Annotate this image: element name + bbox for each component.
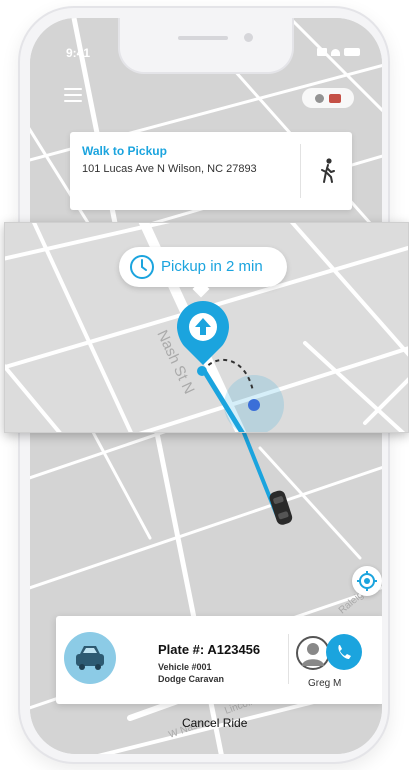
vehicle-number: Vehicle #001: [158, 662, 212, 672]
app-stage: Raleigh R Lincoln College Dr W W Nash 9:…: [0, 0, 409, 770]
pickup-point: [197, 366, 207, 376]
person-icon: [302, 643, 324, 666]
driver-name: Greg M: [308, 678, 342, 689]
battery-icon: [344, 48, 360, 56]
status-time: 9:41: [66, 46, 91, 60]
car-icon: [76, 646, 104, 670]
person-pin-icon: [315, 93, 324, 103]
payment-card-icon: [329, 93, 341, 103]
crosshair-icon: [357, 571, 377, 591]
clock-icon: [130, 255, 154, 279]
zoomed-map-inset[interactable]: Nash St N Pickup in 2 min: [4, 222, 409, 433]
walking-person-icon[interactable]: [318, 158, 338, 184]
wifi-icon: [331, 48, 340, 56]
walk-to-pickup-card[interactable]: Walk to Pickup 101 Lucas Ave N Wilson, N…: [70, 132, 352, 210]
menu-icon[interactable]: [64, 88, 82, 102]
pickup-eta-label: Pickup in 2 min: [161, 258, 263, 275]
vehicle-card[interactable]: Plate #: A123456 Vehicle #001 Dodge Cara…: [56, 616, 382, 704]
status-icons: [317, 48, 360, 56]
pickup-eta-bubble: Pickup in 2 min: [119, 247, 287, 298]
top-right-toggle[interactable]: [302, 88, 354, 108]
signal-icon: [317, 48, 327, 56]
vehicle-avatar: [64, 632, 116, 684]
phone-icon: [338, 645, 351, 659]
card-divider: [288, 634, 289, 684]
plate-number: Plate #: A123456: [158, 642, 261, 657]
user-location-dot: [248, 399, 260, 411]
speaker-grille: [178, 36, 228, 40]
call-driver-button[interactable]: [326, 634, 362, 670]
pickup-address: 101 Lucas Ave N Wilson, NC 27893: [82, 163, 257, 175]
walk-title: Walk to Pickup: [82, 144, 167, 158]
locate-me-button[interactable]: [352, 566, 382, 596]
phone-notch: [118, 18, 294, 74]
cancel-ride-button[interactable]: Cancel Ride: [182, 716, 247, 730]
card-divider: [300, 144, 301, 198]
driver-avatar[interactable]: [296, 636, 330, 670]
front-camera: [244, 33, 253, 42]
vehicle-model: Dodge Caravan: [158, 674, 225, 684]
